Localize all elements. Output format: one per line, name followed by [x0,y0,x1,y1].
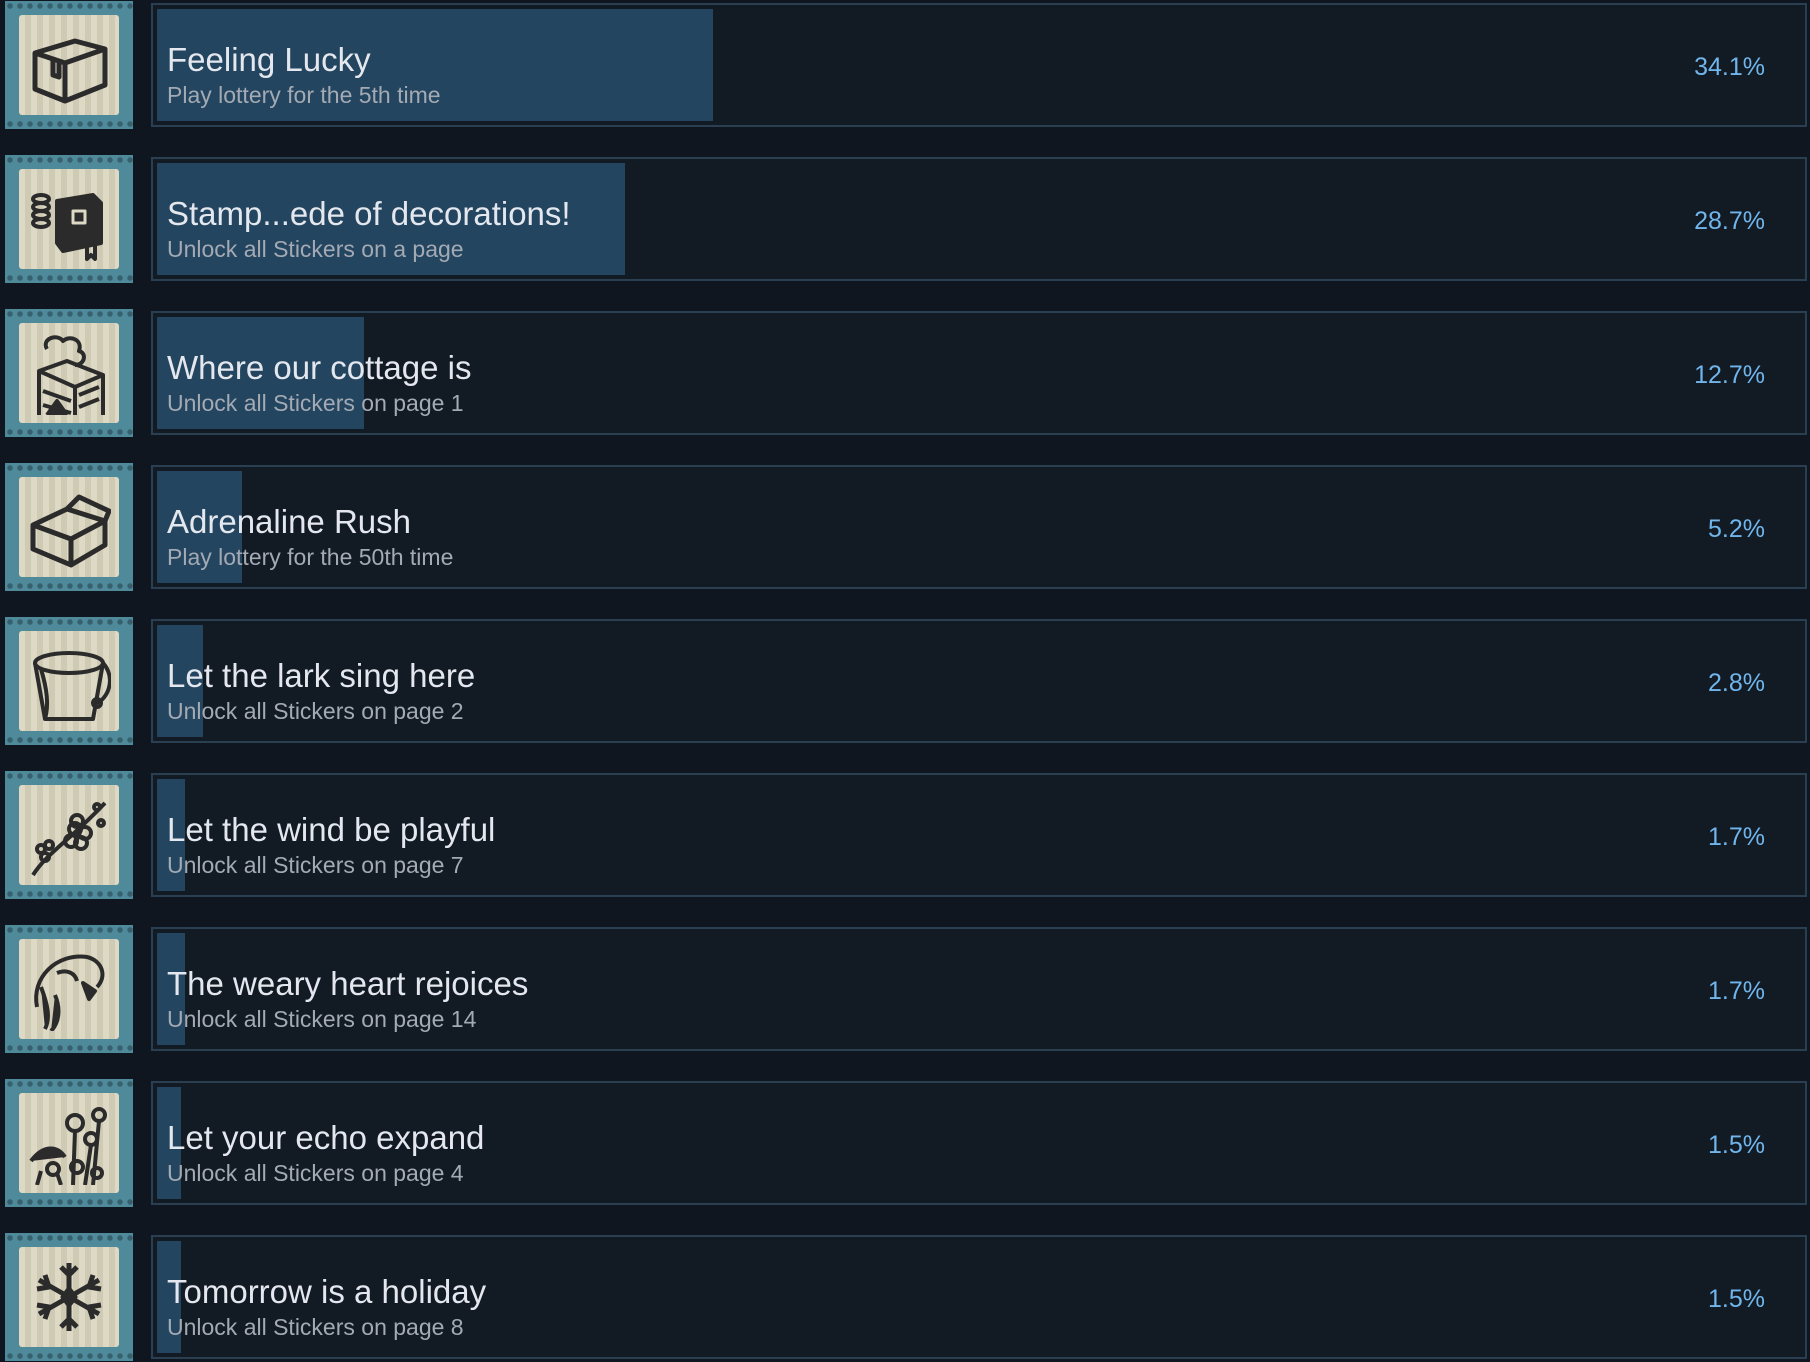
achievement-row: Tomorrow is a holiday Unlock all Sticker… [0,1232,1810,1362]
achievement-description: Unlock all Stickers on page 4 [167,1160,464,1186]
achievement-progress: Let the wind be playful Unlock all Stick… [151,773,1807,897]
achievement-icon-frame [5,1,133,129]
achievement-row: The weary heart rejoices Unlock all Stic… [0,924,1810,1054]
achievement-row: Where our cottage is Unlock all Stickers… [0,308,1810,438]
achievement-title: Adrenaline Rush [167,503,411,540]
achievement-icon-frame [5,925,133,1053]
snowflake-icon [36,1263,102,1331]
chimney-icon [37,335,105,415]
achievement-list: Feeling Lucky Play lottery for the 5th t… [0,0,1810,1362]
achievement-description: Unlock all Stickers on page 8 [167,1314,464,1340]
achievement-title: Feeling Lucky [167,41,371,78]
achievement-percent: 1.7% [1708,823,1765,851]
achievement-progress: Feeling Lucky Play lottery for the 5th t… [151,3,1807,127]
achievement-row: Adrenaline Rush Play lottery for the 50t… [0,462,1810,592]
achievement-icon-frame [5,309,133,437]
achievement-percent: 2.8% [1708,669,1765,697]
achievement-icon-frame [5,617,133,745]
achievement-progress: Where our cottage is Unlock all Stickers… [151,311,1807,435]
achievement-row: Let the wind be playful Unlock all Stick… [0,770,1810,900]
achievement-description: Unlock all Stickers on page 1 [167,390,464,416]
open-box-icon [30,494,111,568]
achievement-description: Unlock all Stickers on page 7 [167,852,464,878]
achievement-percent: 12.7% [1694,361,1765,389]
achievement-icon-frame [5,463,133,591]
achievement-icon-frame [5,771,133,899]
achievement-row: Let your echo expand Unlock all Stickers… [0,1078,1810,1208]
achievement-row: Stamp...ede of decorations! Unlock all S… [0,154,1810,284]
achievement-progress: Tomorrow is a holiday Unlock all Sticker… [151,1235,1807,1359]
achievement-title: The weary heart rejoices [167,965,529,1002]
achievement-icon-frame [5,155,133,283]
achievement-progress: Let the lark sing here Unlock all Sticke… [151,619,1807,743]
achievement-title: Stamp...ede of decorations! [167,195,571,232]
achievement-progress: Adrenaline Rush Play lottery for the 50t… [151,465,1807,589]
blossom-branch-icon [31,801,107,877]
achievement-row: Feeling Lucky Play lottery for the 5th t… [0,0,1810,130]
achievement-row: Let the lark sing here Unlock all Sticke… [0,616,1810,746]
achievement-progress: Let your echo expand Unlock all Stickers… [151,1081,1807,1205]
bucket-icon [33,651,111,721]
achievement-icon-frame [5,1079,133,1207]
achievement-description: Play lottery for the 50th time [167,544,454,570]
book-coins-icon [31,193,103,261]
achievement-progress: The weary heart rejoices Unlock all Stic… [151,927,1807,1051]
achievement-progress: Stamp...ede of decorations! Unlock all S… [151,157,1807,281]
achievement-description: Play lottery for the 5th time [167,82,441,108]
achievement-title: Tomorrow is a holiday [167,1273,487,1310]
achievement-icon-frame [5,1233,133,1361]
box-icon [32,38,108,104]
achievement-description: Unlock all Stickers on page 2 [167,698,464,724]
wildflowers-icon [29,1107,107,1185]
achievement-percent: 34.1% [1694,53,1765,81]
achievement-title: Let the wind be playful [167,811,496,848]
achievement-percent: 1.5% [1708,1131,1765,1159]
achievement-title: Let the lark sing here [167,657,476,694]
achievement-title: Let your echo expand [167,1119,485,1156]
achievement-percent: 1.5% [1708,1285,1765,1313]
achievement-percent: 1.7% [1708,977,1765,1005]
achievement-percent: 5.2% [1708,515,1765,543]
achievement-title: Where our cottage is [167,349,472,386]
bellflower-icon [34,954,105,1031]
achievement-percent: 28.7% [1694,207,1765,235]
achievement-description: Unlock all Stickers on page 14 [167,1006,477,1032]
achievement-description: Unlock all Stickers on a page [167,236,464,262]
